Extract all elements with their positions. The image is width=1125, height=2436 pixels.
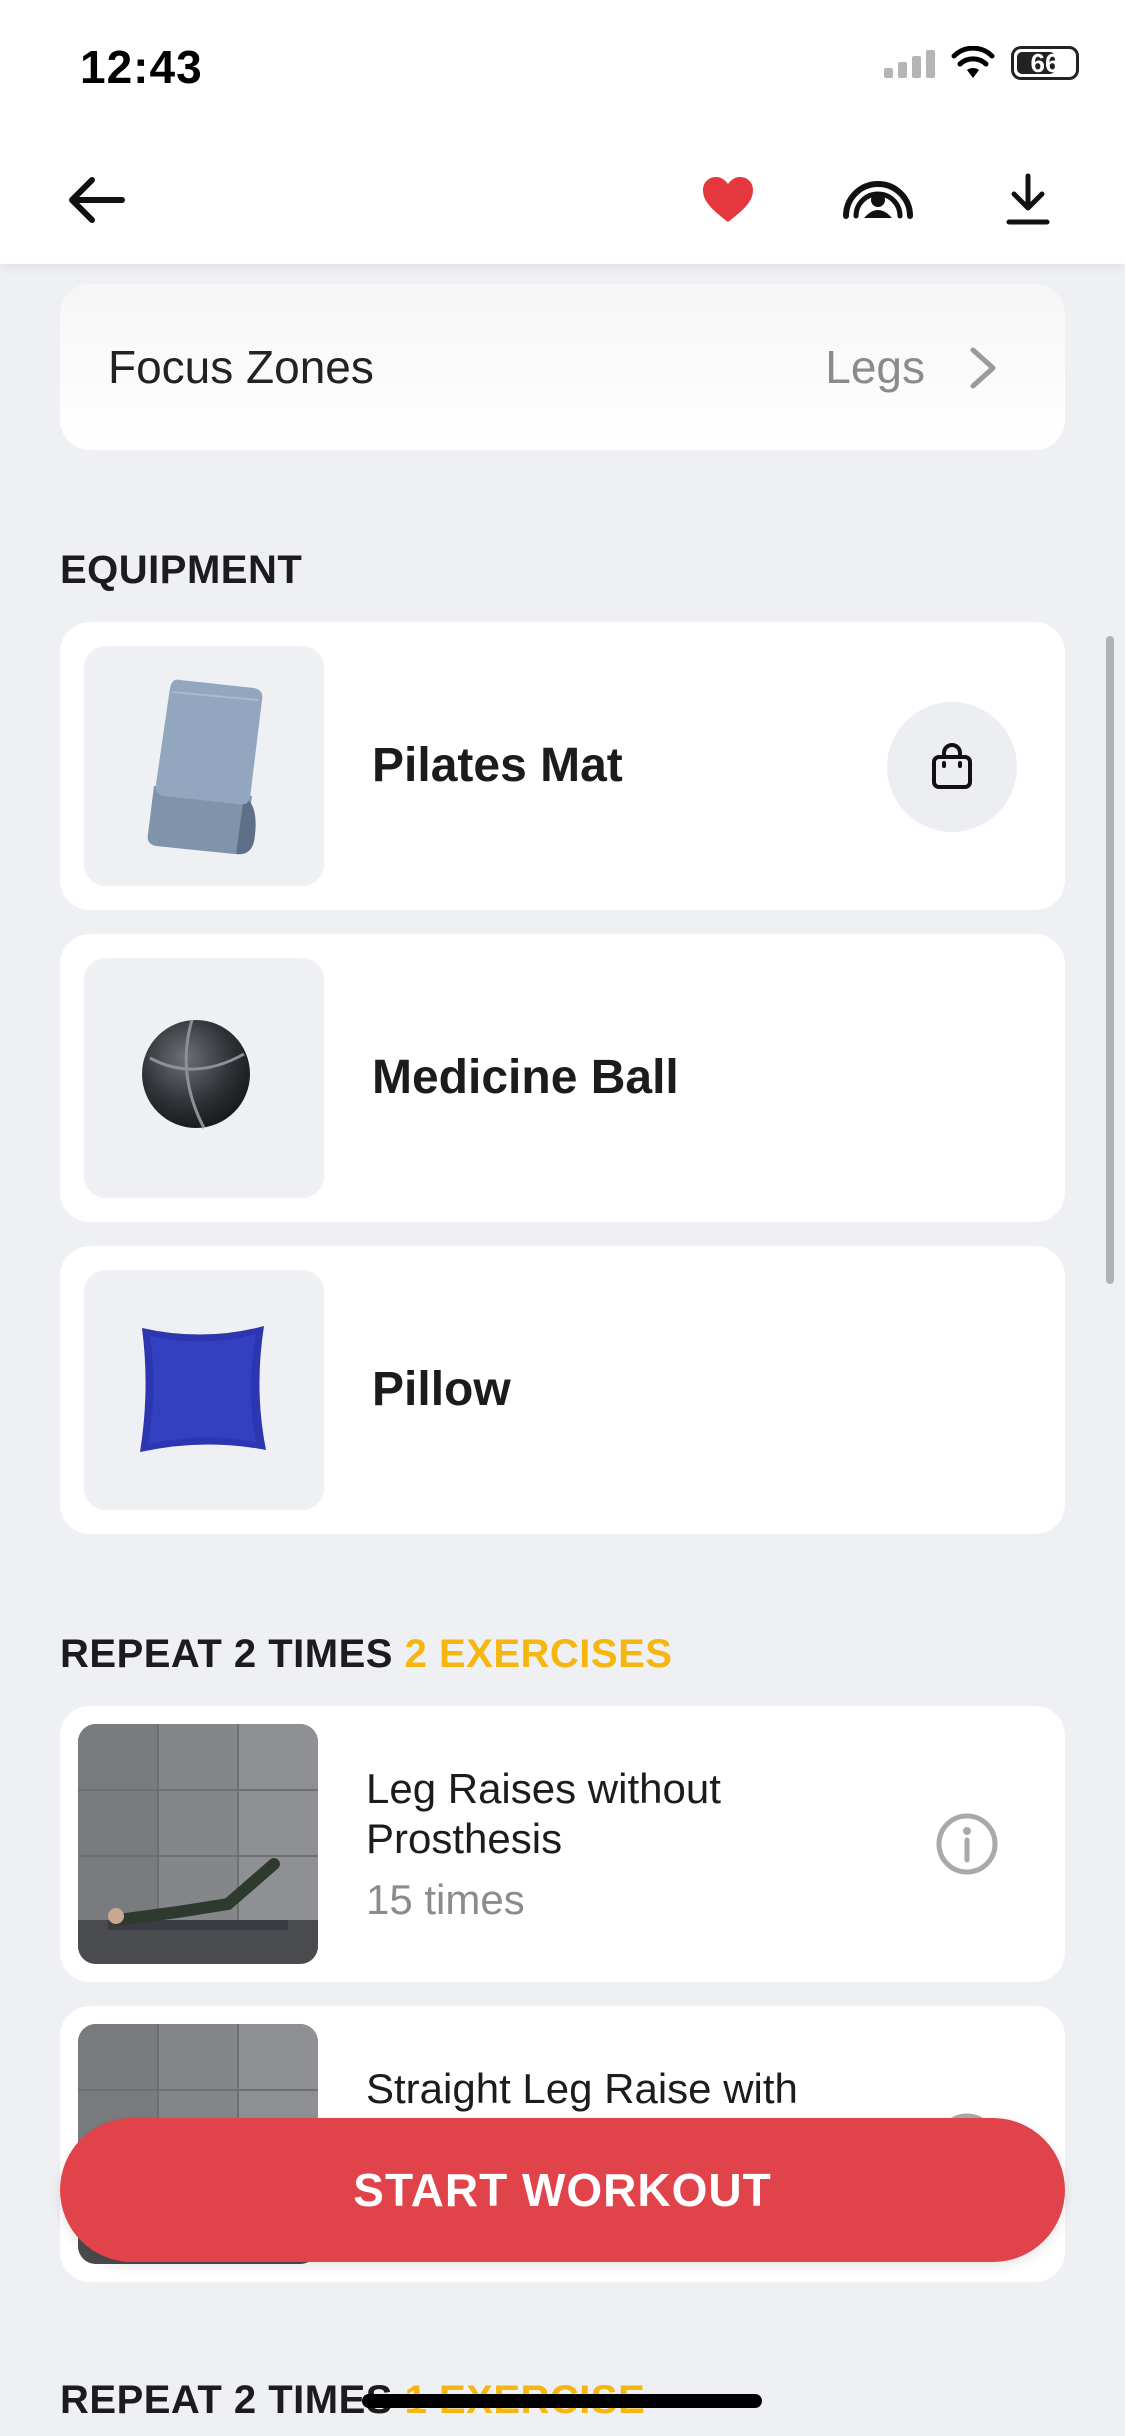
block-1-title: REPEAT 2 TIMES 2 EXERCISES — [60, 1632, 672, 1677]
focus-zones-value: Legs — [825, 341, 925, 393]
equipment-item-pillow[interactable]: Pillow — [60, 1246, 1065, 1534]
exercise-item[interactable]: Leg Raises without Prosthesis 15 times — [60, 1706, 1065, 1982]
info-icon[interactable] — [927, 1804, 1007, 1884]
equipment-item-pilates-mat[interactable]: Pilates Mat — [60, 622, 1065, 910]
equipment-name: Pilates Mat — [372, 739, 623, 792]
repeat-label: REPEAT 2 TIMES — [60, 1632, 393, 1676]
equipment-name: Medicine Ball — [372, 1051, 679, 1104]
top-bar: 12:43 66 — [0, 0, 1125, 264]
pillow-image — [84, 1270, 324, 1510]
focus-zones-row[interactable]: Focus Zones Legs — [60, 284, 1065, 450]
exercise-count: 2 EXERCISES — [404, 1632, 673, 1676]
battery-icon: 66 — [1011, 46, 1079, 80]
chevron-right-icon — [970, 347, 996, 389]
equipment-section-title: EQUIPMENT — [60, 548, 303, 592]
focus-zones-label: Focus Zones — [108, 341, 374, 393]
shopping-bag-icon — [932, 743, 972, 789]
exercise-thumbnail — [78, 1724, 318, 1964]
wifi-icon — [951, 46, 995, 78]
status-time: 12:43 — [80, 41, 203, 93]
cast-button[interactable] — [838, 160, 918, 240]
favorite-button[interactable] — [688, 160, 768, 240]
exercise-reps: 15 times — [366, 1876, 525, 1923]
shop-button[interactable] — [887, 702, 1017, 832]
exercise-title: Leg Raises without Prosthesis — [366, 1765, 721, 1862]
exercise-title: Straight Leg Raise with — [366, 2065, 798, 2112]
cellular-signal-icon — [884, 48, 935, 78]
back-button[interactable] — [56, 160, 136, 240]
download-button[interactable] — [988, 160, 1068, 240]
status-icons: 66 — [884, 46, 1079, 80]
download-icon — [1006, 173, 1050, 225]
equipment-item-medicine-ball[interactable]: Medicine Ball — [60, 934, 1065, 1222]
medicine-ball-image — [84, 958, 324, 1198]
home-indicator[interactable] — [362, 2394, 762, 2408]
cast-icon — [843, 181, 913, 219]
start-workout-button[interactable]: START WORKOUT — [60, 2118, 1065, 2262]
pilates-mat-image — [84, 646, 324, 886]
equipment-name: Pillow — [372, 1363, 511, 1416]
arrow-left-icon — [69, 177, 125, 223]
repeat-label: REPEAT 2 TIMES — [60, 2378, 393, 2422]
battery-level: 66 — [1030, 47, 1060, 78]
scrollbar[interactable] — [1106, 636, 1114, 1284]
heart-icon — [703, 177, 753, 222]
